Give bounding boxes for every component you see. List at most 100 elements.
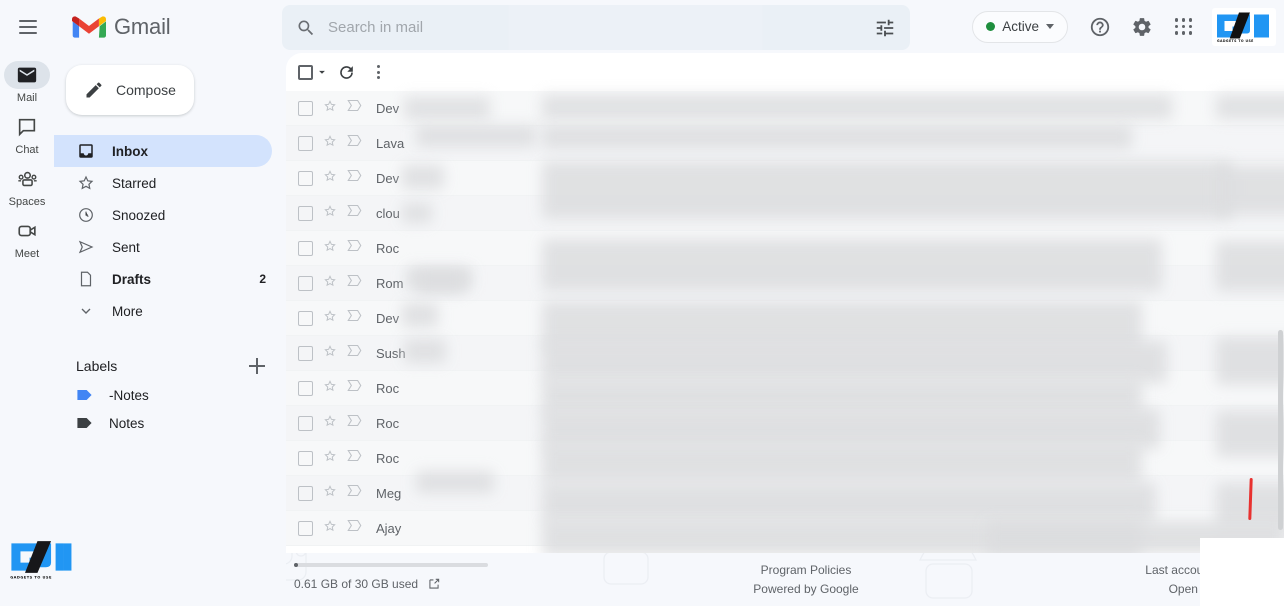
star-outline-icon[interactable] bbox=[323, 169, 337, 188]
help-button[interactable] bbox=[1080, 7, 1120, 47]
sidebar-item-more[interactable]: More bbox=[54, 295, 272, 327]
star-outline-icon[interactable] bbox=[323, 414, 337, 433]
mail-sender: Meg bbox=[376, 485, 402, 501]
mail-row[interactable]: Ajay bbox=[286, 511, 1284, 546]
refresh-button[interactable] bbox=[331, 57, 361, 87]
labels-title: Labels bbox=[76, 358, 118, 374]
mail-row[interactable]: clou bbox=[286, 196, 1284, 231]
sidebar-item-drafts[interactable]: Drafts 2 bbox=[54, 263, 272, 295]
mail-row[interactable]: Meg bbox=[286, 476, 1284, 511]
star-outline-icon[interactable] bbox=[323, 309, 337, 328]
search-bar[interactable] bbox=[282, 5, 910, 50]
chevron-down-icon[interactable] bbox=[315, 65, 329, 79]
sidebar-label-inbox: Inbox bbox=[112, 143, 148, 159]
mail-row[interactable]: Dev bbox=[286, 91, 1284, 126]
important-marker-icon[interactable] bbox=[347, 134, 362, 152]
mail-row[interactable]: Dev bbox=[286, 161, 1284, 196]
rail-item-meet[interactable]: Meet bbox=[0, 217, 54, 260]
important-marker-icon[interactable] bbox=[347, 274, 362, 292]
important-marker-icon[interactable] bbox=[347, 414, 362, 432]
tune-filter-icon[interactable] bbox=[874, 17, 896, 39]
sidebar-item-starred[interactable]: Starred bbox=[54, 167, 272, 199]
gmail-brand[interactable]: Gmail bbox=[72, 14, 252, 40]
chevron-down-icon bbox=[76, 303, 96, 319]
refresh-icon bbox=[339, 65, 353, 79]
important-marker-icon[interactable] bbox=[347, 99, 362, 117]
gmail-logo-icon bbox=[72, 15, 106, 38]
svg-text:GADGETS TO USE: GADGETS TO USE bbox=[1217, 39, 1254, 43]
hamburger-icon bbox=[19, 19, 37, 34]
checkbox-icon[interactable] bbox=[298, 450, 313, 466]
mail-list-pane: Dev Lava Dev clou Roc Rom Dev Sush Roc Roc Roc Meg A… bbox=[286, 53, 1284, 553]
checkbox-icon[interactable] bbox=[298, 310, 313, 326]
rail-item-chat[interactable]: Chat bbox=[0, 113, 54, 156]
status-label: Active bbox=[1002, 19, 1039, 34]
checkbox-icon[interactable] bbox=[298, 135, 313, 151]
mail-row[interactable]: Roc bbox=[286, 231, 1284, 266]
mail-row[interactable]: Lava bbox=[286, 126, 1284, 161]
checkbox-icon[interactable] bbox=[298, 520, 313, 536]
kebab-more-icon bbox=[376, 65, 380, 79]
label-item-dash-notes[interactable]: -Notes bbox=[54, 381, 286, 409]
checkbox-icon[interactable] bbox=[298, 380, 313, 396]
plus-icon[interactable] bbox=[246, 355, 268, 377]
star-outline-icon[interactable] bbox=[323, 134, 337, 153]
checkbox-icon[interactable] bbox=[298, 415, 313, 431]
vertical-scrollbar[interactable] bbox=[1278, 330, 1283, 530]
checkbox-icon[interactable] bbox=[298, 275, 313, 291]
mail-row[interactable]: Sush bbox=[286, 336, 1284, 371]
open-external-icon[interactable] bbox=[427, 577, 441, 591]
main-menu-button[interactable] bbox=[4, 3, 52, 51]
checkbox-icon[interactable] bbox=[298, 240, 313, 256]
sidebar-item-inbox[interactable]: Inbox bbox=[54, 135, 272, 167]
important-marker-icon[interactable] bbox=[347, 484, 362, 502]
star-outline-icon[interactable] bbox=[323, 449, 337, 468]
star-outline-icon[interactable] bbox=[323, 239, 337, 258]
star-outline-icon[interactable] bbox=[323, 204, 337, 223]
important-marker-icon[interactable] bbox=[347, 449, 362, 467]
program-policies-link[interactable]: Program Policies bbox=[666, 561, 946, 580]
checkbox-icon[interactable] bbox=[298, 485, 313, 501]
label-item-notes[interactable]: Notes bbox=[54, 409, 286, 437]
star-outline-icon[interactable] bbox=[323, 274, 337, 293]
checkbox-icon[interactable] bbox=[298, 100, 313, 116]
select-all-checkbox[interactable] bbox=[298, 64, 329, 80]
mail-row[interactable]: Roc bbox=[286, 441, 1284, 476]
mail-sender: Dev bbox=[376, 170, 400, 186]
important-marker-icon[interactable] bbox=[347, 309, 362, 327]
checkbox-icon[interactable] bbox=[298, 345, 313, 361]
sidebar-item-sent[interactable]: Sent bbox=[54, 231, 272, 263]
mail-sender: Roc bbox=[376, 240, 400, 256]
sidebar-item-snoozed[interactable]: Snoozed bbox=[54, 199, 272, 231]
mail-row[interactable]: Roc bbox=[286, 406, 1284, 441]
avatar[interactable]: GADGETS TO USE bbox=[1212, 7, 1276, 46]
checkbox-icon[interactable] bbox=[298, 205, 313, 221]
google-apps-button[interactable] bbox=[1164, 7, 1204, 47]
important-marker-icon[interactable] bbox=[347, 519, 362, 537]
rail-item-mail[interactable]: Mail bbox=[0, 61, 54, 104]
status-pill-active[interactable]: Active bbox=[972, 10, 1068, 43]
star-outline-icon[interactable] bbox=[323, 344, 337, 363]
compose-button[interactable]: Compose bbox=[66, 65, 194, 115]
important-marker-icon[interactable] bbox=[347, 169, 362, 187]
chevron-down-icon bbox=[1046, 24, 1054, 29]
star-outline-icon[interactable] bbox=[323, 99, 337, 118]
important-marker-icon[interactable] bbox=[347, 239, 362, 257]
mail-row[interactable]: Dev bbox=[286, 301, 1284, 336]
mail-row[interactable]: Rom bbox=[286, 266, 1284, 301]
search-input[interactable] bbox=[328, 19, 874, 36]
star-outline-icon[interactable] bbox=[323, 519, 337, 538]
settings-button[interactable] bbox=[1122, 7, 1162, 47]
mail-row[interactable]: Roc bbox=[286, 371, 1284, 406]
checkbox-icon[interactable] bbox=[298, 170, 313, 186]
mail-sender: Lava bbox=[376, 135, 405, 151]
mail-sender: Sush bbox=[376, 345, 406, 361]
important-marker-icon[interactable] bbox=[347, 379, 362, 397]
star-outline-icon[interactable] bbox=[323, 379, 337, 398]
important-marker-icon[interactable] bbox=[347, 344, 362, 362]
mail-sender: Rom bbox=[376, 275, 404, 291]
more-options-button[interactable] bbox=[363, 57, 393, 87]
star-outline-icon[interactable] bbox=[323, 484, 337, 503]
important-marker-icon[interactable] bbox=[347, 204, 362, 222]
rail-item-spaces[interactable]: Spaces bbox=[0, 165, 54, 208]
